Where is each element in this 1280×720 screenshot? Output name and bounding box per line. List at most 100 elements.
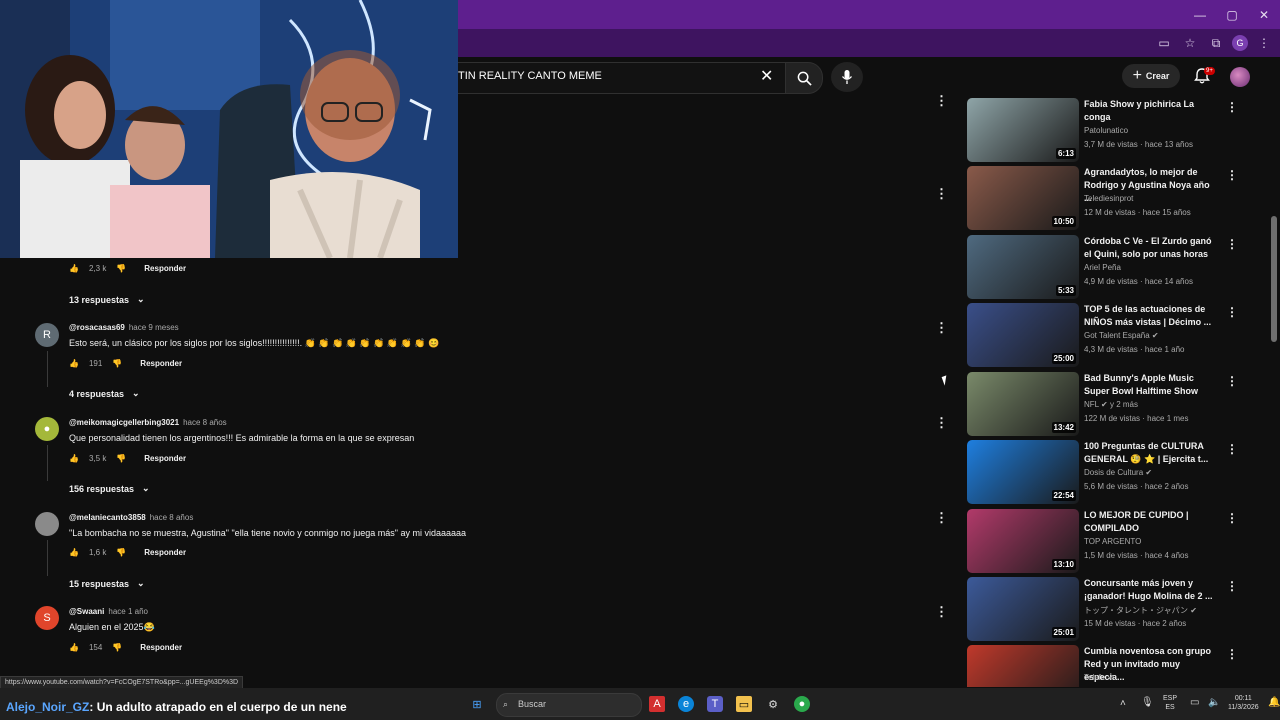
video-title[interactable]: TOP 5 de las actuaciones de NIÑOS más vi…: [1084, 303, 1219, 329]
video-thumbnail[interactable]: 25:01: [967, 577, 1079, 641]
more-options-icon[interactable]: ⋮: [1226, 305, 1238, 319]
search-button[interactable]: [785, 62, 823, 94]
minimize-button[interactable]: —: [1184, 0, 1216, 29]
video-thumbnail[interactable]: [967, 645, 1079, 687]
teams-icon[interactable]: T: [707, 696, 723, 712]
view-replies-button[interactable]: 13 respuestas ⌄: [69, 294, 145, 305]
bookmark-star-icon[interactable]: ☆: [1180, 33, 1200, 53]
comment-author[interactable]: @rosacasas69 hace 9 meses: [69, 323, 179, 332]
video-thumbnail[interactable]: 10:50: [967, 166, 1079, 230]
search-query-text[interactable]: TIN REALITY CANTO MEME: [458, 70, 602, 82]
related-video-item[interactable]: 5:33 Córdoba C Ve - El Zurdo ganó el Quin…: [967, 235, 1247, 299]
video-thumbnail[interactable]: 22:54: [967, 440, 1079, 504]
clock[interactable]: 00:11 11/3/2026: [1228, 694, 1259, 712]
more-options-icon[interactable]: ⋮: [1226, 100, 1238, 114]
dislike-icon[interactable]: 👎: [116, 548, 126, 557]
video-thumbnail[interactable]: 6:13: [967, 98, 1079, 162]
comment-author[interactable]: @melaniecanto3858 hace 8 años: [69, 513, 193, 522]
video-title[interactable]: LO MEJOR DE CUPIDO | COMPILADO: [1084, 509, 1219, 535]
channel-name[interactable]: トップ・タレント・ジャパン ✔: [1084, 605, 1197, 616]
channel-name[interactable]: Telefe ✔: [1084, 673, 1114, 682]
cast-icon[interactable]: ▭: [1154, 33, 1174, 53]
more-options-icon[interactable]: ⋮: [935, 93, 948, 109]
extensions-icon[interactable]: ⧉: [1206, 33, 1226, 53]
view-replies-button[interactable]: 156 respuestas ⌄: [69, 483, 150, 494]
related-video-item[interactable]: 22:54 100 Preguntas de CULTURA GENERAL 🧐 …: [967, 440, 1247, 504]
pdf-app-icon[interactable]: A: [649, 696, 665, 712]
reply-button[interactable]: Responder: [144, 548, 186, 557]
chrome-browser-icon[interactable]: ●: [794, 696, 810, 712]
account-avatar[interactable]: [1230, 67, 1250, 87]
related-video-item[interactable]: 10:50 Agrandadytos, lo mejor de Rodrigo y…: [967, 166, 1247, 230]
like-icon[interactable]: 👍: [69, 454, 79, 463]
video-title[interactable]: Córdoba C Ve - El Zurdo ganó el Quini, s…: [1084, 235, 1219, 261]
like-icon[interactable]: 👍: [69, 643, 79, 652]
like-icon[interactable]: 👍: [69, 548, 79, 557]
dislike-icon[interactable]: 👎: [116, 454, 126, 463]
video-title[interactable]: Concursante más joven y ¡ganador! Hugo M…: [1084, 577, 1219, 603]
video-title[interactable]: Bad Bunny's Apple Music Super Bowl Halft…: [1084, 372, 1219, 398]
edge-browser-icon[interactable]: e: [678, 696, 694, 712]
create-button[interactable]: + Crear: [1122, 64, 1180, 88]
more-options-icon[interactable]: ⋮: [935, 510, 948, 526]
clear-search-icon[interactable]: ✕: [760, 66, 773, 86]
more-options-icon[interactable]: ⋮: [1226, 168, 1238, 182]
reply-button[interactable]: Responder: [140, 643, 182, 652]
avatar[interactable]: S: [35, 606, 59, 630]
reply-button[interactable]: Responder: [140, 359, 182, 368]
related-video-item[interactable]: 13:10 LO MEJOR DE CUPIDO | COMPILADO TOP A…: [967, 509, 1247, 573]
like-icon[interactable]: 👍: [69, 264, 79, 273]
video-title[interactable]: Fabia Show y pichirica La conga: [1084, 98, 1219, 124]
related-video-item[interactable]: 25:01 Concursante más joven y ¡ganador! H…: [967, 577, 1247, 641]
language-indicator[interactable]: ESP ES: [1163, 694, 1177, 712]
more-options-icon[interactable]: ⋮: [1226, 579, 1238, 593]
maximize-button[interactable]: ▢: [1216, 0, 1248, 29]
more-options-icon[interactable]: ⋮: [935, 604, 948, 620]
avatar[interactable]: [35, 512, 59, 536]
comment-author[interactable]: @Swaani hace 1 año: [69, 607, 148, 616]
channel-name[interactable]: Dosis de Cultura ✔: [1084, 468, 1152, 477]
related-video-item[interactable]: Cumbia noventosa con grupo Red y un invi…: [967, 645, 1247, 687]
view-replies-button[interactable]: 15 respuestas ⌄: [69, 578, 145, 589]
more-options-icon[interactable]: ⋮: [935, 320, 948, 336]
video-thumbnail[interactable]: 13:42: [967, 372, 1079, 436]
dislike-icon[interactable]: 👎: [112, 359, 122, 368]
more-options-icon[interactable]: ⋮: [1226, 237, 1238, 251]
avatar[interactable]: ●: [35, 417, 59, 441]
settings-gear-icon[interactable]: ⚙: [765, 696, 781, 712]
notification-center-icon[interactable]: 🔔: [1268, 698, 1280, 708]
view-replies-button[interactable]: 4 respuestas ⌄: [69, 388, 140, 399]
voice-search-button[interactable]: [831, 62, 863, 92]
page-scrollbar[interactable]: [1271, 216, 1277, 342]
channel-name[interactable]: Got Talent España ✔: [1084, 331, 1159, 340]
video-thumbnail[interactable]: 5:33: [967, 235, 1079, 299]
video-thumbnail[interactable]: 25:00: [967, 303, 1079, 367]
close-window-button[interactable]: ✕: [1248, 0, 1280, 29]
profile-avatar[interactable]: G: [1232, 35, 1248, 51]
volume-icon[interactable]: 🔈: [1208, 698, 1220, 708]
windows-start-icon[interactable]: ⊞: [469, 696, 485, 712]
video-title[interactable]: 100 Preguntas de CULTURA GENERAL 🧐 ⭐ | E…: [1084, 440, 1219, 466]
dislike-icon[interactable]: 👎: [116, 264, 126, 273]
reply-button[interactable]: Responder: [144, 264, 186, 273]
related-video-item[interactable]: 13:42 Bad Bunny's Apple Music Super Bowl …: [967, 372, 1247, 436]
network-icon[interactable]: ▭: [1190, 698, 1199, 708]
more-options-icon[interactable]: ⋮: [1226, 511, 1238, 525]
reply-button[interactable]: Responder: [144, 454, 186, 463]
more-options-icon[interactable]: ⋮: [935, 415, 948, 431]
channel-name[interactable]: TOP ARGENTO: [1084, 537, 1141, 546]
dislike-icon[interactable]: 👎: [112, 643, 122, 652]
related-video-item[interactable]: 25:00 TOP 5 de las actuaciones de NIÑOS m…: [967, 303, 1247, 367]
microphone-tray-icon[interactable]: 🎙: [1141, 698, 1154, 708]
channel-name[interactable]: Patolunatico: [1084, 126, 1128, 135]
more-options-icon[interactable]: ⋮: [1226, 374, 1238, 388]
video-thumbnail[interactable]: 13:10: [967, 509, 1079, 573]
tray-chevron-icon[interactable]: ˄: [1120, 699, 1126, 709]
comment-author[interactable]: @meikomagicgellerbing3021 hace 8 años: [69, 418, 227, 427]
avatar[interactable]: R: [35, 323, 59, 347]
more-options-icon[interactable]: ⋮: [935, 186, 948, 202]
file-explorer-icon[interactable]: ▭: [736, 696, 752, 712]
related-video-item[interactable]: 6:13 Fabia Show y pichirica La conga Patol…: [967, 98, 1247, 162]
more-options-icon[interactable]: ⋮: [1226, 442, 1238, 456]
more-options-icon[interactable]: ⋮: [1226, 647, 1238, 661]
